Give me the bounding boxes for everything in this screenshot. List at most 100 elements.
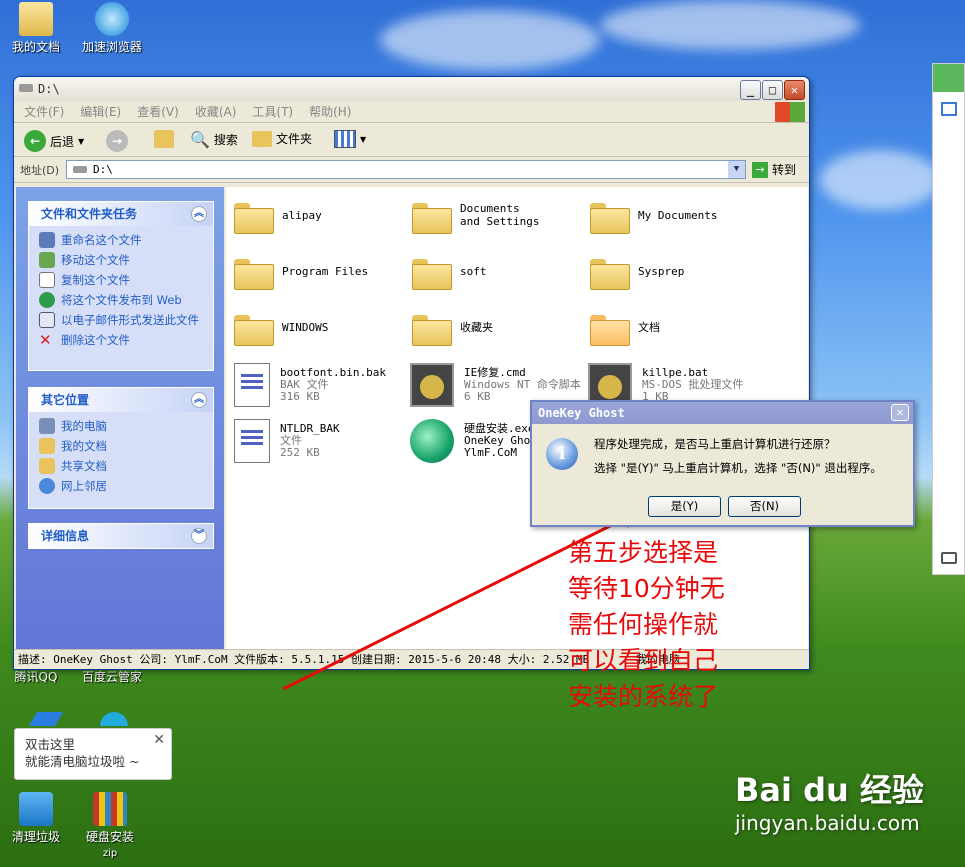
file-item[interactable]: soft: [412, 255, 487, 290]
browser-icon: [95, 2, 129, 36]
file-item[interactable]: 收藏夹: [412, 311, 493, 346]
task-delete[interactable]: ✕ 删除这个文件: [39, 332, 205, 348]
maximize-button[interactable]: □: [762, 80, 783, 100]
menu-favorites[interactable]: 收藏(A): [195, 101, 237, 123]
side-panel-tab[interactable]: [933, 64, 964, 92]
desktop-icon-cleanup[interactable]: 清理垃圾: [4, 792, 68, 845]
file-icon: [234, 363, 270, 407]
go-button[interactable]: → 转到: [752, 161, 796, 178]
task-rename[interactable]: 重命名这个文件: [39, 232, 205, 248]
details-panel: 详细信息 ︾: [28, 523, 214, 549]
task-copy[interactable]: 复制这个文件: [39, 272, 205, 288]
file-item[interactable]: bootfont.bin.bak BAK 文件 316 KB: [234, 363, 386, 407]
desktop-icon-browser[interactable]: 加速浏览器: [80, 2, 144, 55]
folder-icon[interactable]: [941, 552, 957, 564]
search-icon: 🔍: [190, 130, 210, 149]
menu-view[interactable]: 查看(V): [137, 101, 179, 123]
address-input[interactable]: D:\ ▼: [66, 160, 746, 179]
expand-icon[interactable]: ︾: [191, 528, 207, 544]
close-button[interactable]: ✕: [784, 80, 805, 100]
dialog-message-2: 选择 "是(Y)" 马上重启计算机，选择 "否(N)" 退出程序。: [594, 461, 882, 475]
minimize-button[interactable]: _: [740, 80, 761, 100]
collapse-icon[interactable]: ︽: [191, 392, 207, 408]
folders-icon: [252, 130, 272, 147]
address-dropdown-button[interactable]: ▼: [728, 161, 745, 178]
cloud: [600, 0, 860, 50]
documents-icon: [39, 438, 55, 454]
chevron-down-icon: ▼: [78, 136, 85, 146]
yes-button[interactable]: 是(Y): [648, 496, 721, 517]
move-icon: [39, 252, 55, 268]
file-item[interactable]: Program Files: [234, 255, 368, 290]
window-title: D:\: [38, 82, 60, 96]
folder-icon: [590, 199, 630, 234]
file-item[interactable]: 文档: [590, 311, 660, 346]
views-icon: [334, 130, 356, 148]
folder-icon: [412, 311, 452, 346]
desktop-icon-archive[interactable]: 硬盘安装 zip: [78, 792, 142, 859]
other-places-header[interactable]: 其它位置 ︽: [29, 388, 213, 412]
folders-button[interactable]: 文件夹: [252, 130, 312, 147]
desktop-icon-baidu-cloud[interactable]: 百度云管家: [80, 668, 144, 685]
collapse-icon[interactable]: ︽: [191, 206, 207, 222]
file-item[interactable]: My Documents: [590, 199, 717, 234]
forward-arrow-icon: →: [106, 130, 128, 152]
title-bar[interactable]: D:\ _ □ ✕: [14, 77, 809, 101]
back-button[interactable]: ← 后退 ▼: [24, 130, 84, 152]
file-item[interactable]: alipay: [234, 199, 322, 234]
side-panel: [932, 63, 965, 575]
image-icon[interactable]: [940, 102, 957, 116]
place-my-documents[interactable]: 我的文档: [39, 438, 205, 454]
desktop-icon-my-documents[interactable]: 我的文档: [4, 2, 68, 55]
globe-icon: [39, 292, 55, 308]
delete-icon: ✕: [39, 331, 52, 349]
folder-icon: [412, 199, 452, 234]
status-text: 描述: OneKey Ghost 公司: YlmF.CoM 文件版本: 5.5.…: [18, 653, 590, 666]
annotation-text: 第五步选择是 等待10分钟无 需任何操作就 可以看到自己 安装的系统了: [568, 538, 725, 711]
copy-icon: [39, 272, 55, 288]
menu-tools[interactable]: 工具(T): [252, 101, 293, 123]
go-arrow-icon: →: [752, 161, 768, 178]
file-item[interactable]: NTLDR_BAK 文件 252 KB: [234, 419, 340, 463]
shared-folder-icon: [39, 458, 55, 474]
onekey-ghost-dialog: OneKey Ghost ✕ i 程序处理完成，是否马上重启计算机进行还原？ 选…: [530, 400, 915, 527]
address-bar: 地址(D) D:\ ▼ → 转到: [14, 157, 809, 183]
windows-logo-icon: [775, 102, 805, 122]
file-item[interactable]: WINDOWS: [234, 311, 328, 346]
drive-icon: [73, 166, 87, 173]
place-network[interactable]: 网上邻居: [39, 478, 205, 494]
desktop-icon-baidu-cloud-lower[interactable]: [82, 712, 146, 728]
desktop-icon-qq[interactable]: 腾讯QQ: [4, 668, 68, 685]
tooltip-close-icon[interactable]: ✕: [153, 732, 165, 749]
dialog-title-bar[interactable]: OneKey Ghost ✕: [532, 402, 913, 424]
details-header[interactable]: 详细信息 ︾: [29, 524, 213, 548]
file-tasks-panel: 文件和文件夹任务 ︽ 重命名这个文件 移动这个文件 复制这个文件 将这个文件发布到…: [28, 201, 214, 371]
place-my-computer[interactable]: 我的电脑: [39, 418, 205, 434]
views-button[interactable]: ▼: [334, 130, 366, 148]
file-tasks-header[interactable]: 文件和文件夹任务 ︽: [29, 202, 213, 226]
search-button[interactable]: 🔍 搜索: [190, 130, 238, 149]
menu-file[interactable]: 文件(F): [24, 101, 64, 123]
folder-icon: [234, 199, 274, 234]
folder-icon: [590, 311, 630, 346]
file-item[interactable]: Sysprep: [590, 255, 684, 290]
rename-icon: [39, 232, 55, 248]
menu-help[interactable]: 帮助(H): [309, 101, 351, 123]
place-shared-documents[interactable]: 共享文档: [39, 458, 205, 474]
desktop-icon-qq-lower[interactable]: [14, 712, 78, 728]
file-item[interactable]: 硬盘安装.exe OneKey Ghost YlmF.CoM: [410, 419, 543, 463]
task-move[interactable]: 移动这个文件: [39, 252, 205, 268]
cloud: [380, 10, 600, 70]
dialog-close-button[interactable]: ✕: [891, 404, 909, 421]
archive-icon: [93, 792, 127, 826]
chevron-down-icon: ▼: [360, 134, 367, 144]
task-email[interactable]: 以电子邮件形式发送此文件: [39, 312, 205, 328]
folder-up-icon: [154, 130, 174, 148]
forward-button[interactable]: →: [106, 130, 128, 152]
up-button[interactable]: [154, 130, 174, 148]
ghost-app-icon: [410, 419, 454, 463]
file-item[interactable]: Documents and Settings: [412, 199, 540, 234]
menu-edit[interactable]: 编辑(E): [80, 101, 121, 123]
task-publish-web[interactable]: 将这个文件发布到 Web: [39, 292, 205, 308]
no-button[interactable]: 否(N): [728, 496, 801, 517]
